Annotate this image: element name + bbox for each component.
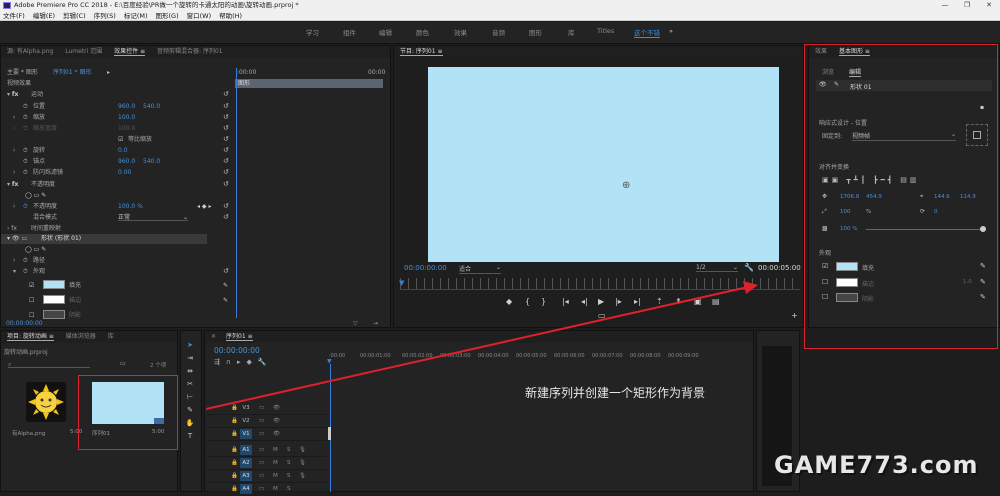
watermark-logo: GAME773.com (774, 451, 979, 479)
annotation-text: 新建序列并创建一个矩形作为背景 (525, 386, 706, 400)
annotation-arrow (205, 281, 758, 410)
